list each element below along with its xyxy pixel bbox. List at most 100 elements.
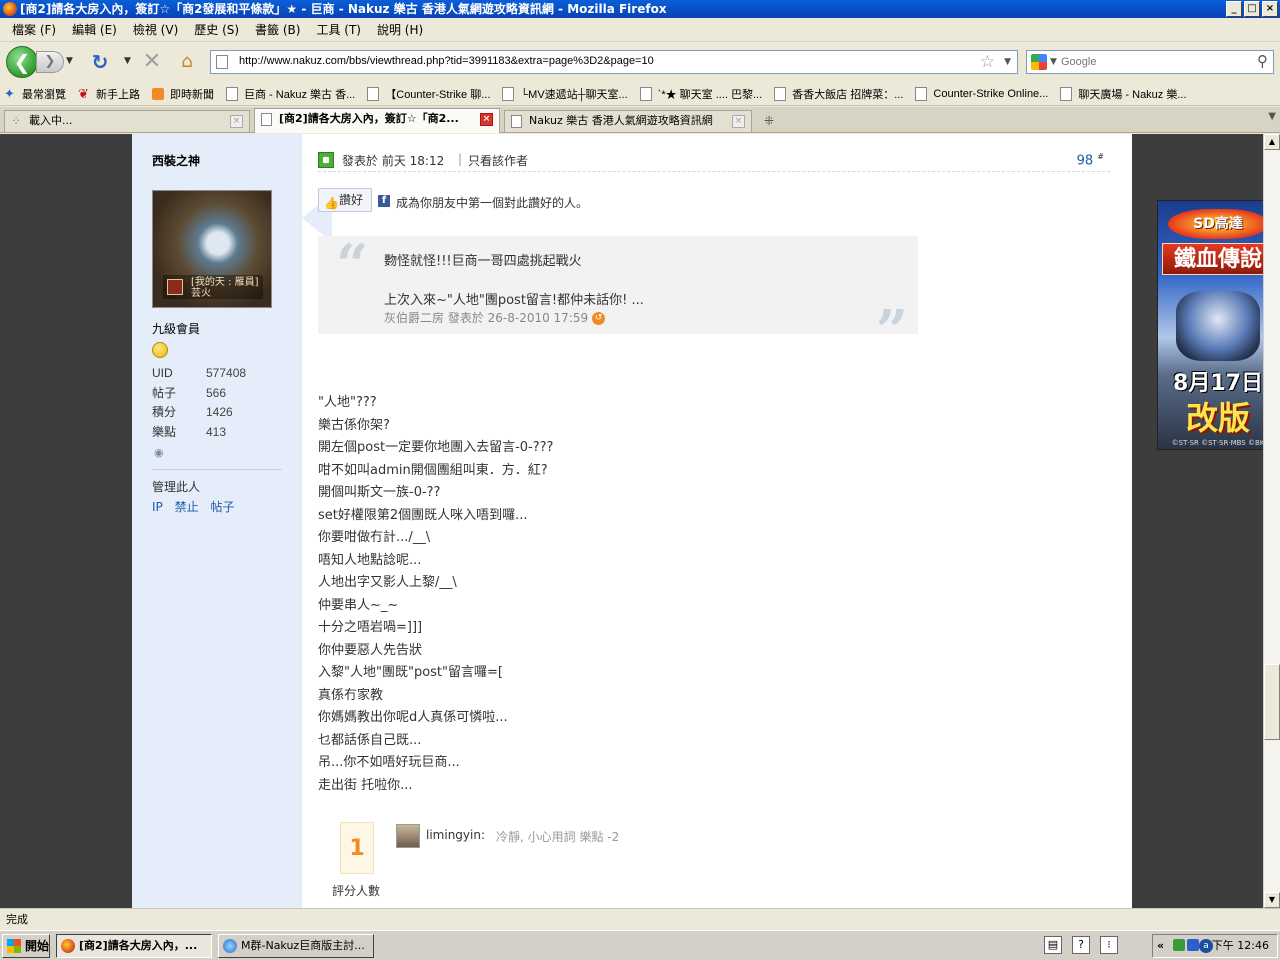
network-icon[interactable] (1173, 939, 1185, 951)
author-stats: UID 577408 帖子 566 積分 1426 樂點 413 (152, 364, 292, 442)
taskbar-item-ie[interactable]: M群-Nakuz巨商版主討... (218, 934, 374, 958)
reload-icon[interactable]: ↻ (90, 51, 110, 73)
messenger-icon[interactable] (1187, 939, 1199, 951)
menu-tools[interactable]: 工具 (T) (308, 21, 369, 38)
menu-help[interactable]: 說明 (H) (369, 21, 431, 38)
clock[interactable]: 下午 12:46 (1212, 935, 1269, 957)
post-line: 咁不如叫admin開個團組叫東．方．紅? (318, 462, 548, 478)
advertisement-banner[interactable]: SD高達 鐵血傳說 8月17日 改版 ©ST·SR ©ST·SR·MBS ©BK (1157, 200, 1263, 450)
tab-nakuz-home[interactable]: Nakuz 樂古 香港人氣網遊攻略資訊網 × (504, 110, 752, 132)
url-bar[interactable]: http://www.nakuz.com/bbs/viewthread.php?… (210, 50, 1018, 74)
bookmark-item[interactable]: 【Counter-Strike 聊... (367, 86, 490, 102)
show-hidden-icons[interactable]: « (1157, 935, 1164, 957)
windows-logo-icon (7, 939, 21, 953)
internet-explorer-icon (223, 939, 237, 953)
bookmark-item[interactable]: └MV速遞站┼聊天室... (502, 86, 628, 102)
bookmark-star-icon[interactable]: ☆ (980, 52, 995, 72)
bookmark-item[interactable]: 聊天廣場 - Nakuz 樂... (1060, 86, 1187, 102)
start-button[interactable]: 開始 (2, 934, 50, 958)
help-icon[interactable]: ? (1072, 936, 1090, 954)
bookmark-item[interactable]: 香香大飯店 招牌菜：... (774, 86, 903, 102)
scroll-up-icon[interactable]: ▲ (1264, 134, 1280, 150)
rater-avatar[interactable] (396, 824, 420, 848)
tab-current-thread[interactable]: [商2]請各大房入內，簽訂☆「商2... × (254, 108, 500, 133)
facebook-icon: f (378, 195, 390, 207)
bookmark-item[interactable]: 巨商 - Nakuz 樂古 香... (226, 86, 355, 102)
vertical-scrollbar[interactable]: ▲ ▼ (1263, 134, 1280, 908)
ime-options-icon[interactable]: ⁝ (1100, 936, 1118, 954)
post-line: 人地出字又影人上黎/__\ (318, 575, 457, 590)
bookmark-news[interactable]: 即時新聞 (152, 86, 214, 102)
minimize-button[interactable]: _ (1226, 1, 1242, 17)
scroll-thumb[interactable] (1264, 664, 1280, 740)
post-line: 走出街 托啦你... (318, 777, 413, 793)
like-button[interactable]: 👍 讚好 (318, 188, 372, 212)
new-tab-icon[interactable]: ⁜ (758, 111, 780, 131)
rating-count[interactable]: 1 (340, 822, 374, 874)
post-date: 發表於 前天 18:12 (342, 154, 445, 168)
tab-loading[interactable]: ⁘ 載入中... × (4, 110, 250, 132)
stat-row: UID 577408 (152, 366, 247, 380)
manage-ban-link[interactable]: 禁止 (175, 500, 199, 514)
manage-ip-link[interactable]: IP (152, 500, 163, 514)
navigation-toolbar: ❮ ❯ ▼ ↻ ▼ ✕ ⌂ http://www.nakuz.com/bbs/v… (0, 42, 1280, 82)
window-title: [商2]請各大房入內，簽訂☆「商2發展和平條款」★ - 巨商 - Nakuz 樂… (20, 2, 667, 16)
view-author-only-link[interactable]: 只看該作者 (468, 152, 528, 169)
post-line: 入黎"人地"團既"post"留言囉=[ (318, 665, 503, 680)
close-tab-icon[interactable]: × (480, 113, 493, 126)
menu-view[interactable]: 檢視 (V) (125, 21, 186, 38)
firefox-icon (3, 2, 17, 16)
close-tab-icon[interactable]: × (732, 115, 745, 128)
forward-button[interactable]: ❯ (36, 51, 64, 73)
bookmark-getting-started[interactable]: ❦ 新手上路 (78, 86, 140, 102)
input-method-icon[interactable]: ▤ (1044, 936, 1062, 954)
jump-to-quote-icon[interactable]: ↺ (592, 312, 606, 325)
divider (152, 469, 282, 470)
scroll-down-icon[interactable]: ▼ (1264, 892, 1280, 908)
bookmark-most-visited[interactable]: ✦ 最常瀏覽 (4, 86, 66, 102)
post-line: 唔知人地點諗呢... (318, 552, 422, 568)
list-all-tabs-icon[interactable]: ▼ (1268, 111, 1276, 122)
post-body: "人地"??? 樂古係你架? 開左個post一定要你地團入去留言-0-??? 咁… (318, 392, 918, 797)
search-bar[interactable]: ▼ ⚲ (1026, 50, 1274, 74)
menu-history[interactable]: 歷史 (S) (186, 21, 247, 38)
taskbar-item-firefox[interactable]: [商2]請各大房入內，... (56, 934, 212, 958)
url-dropdown-icon[interactable]: ▼ (1004, 57, 1011, 67)
maximize-button[interactable]: □ (1244, 1, 1260, 17)
stat-row: 樂點 413 (152, 424, 227, 439)
bookmark-item[interactable]: Counter-Strike Online... (915, 86, 1048, 101)
page-icon (915, 86, 928, 101)
forum-post: 西裝之神 [我的天 : 雁員] 芸火 九級會員 UID 577408 帖子 566 … (132, 134, 1263, 908)
ad-copyright: ©ST·SR ©ST·SR·MBS ©BK (1171, 439, 1263, 447)
quick-tray-icons: ▤ ? ⁝ (1044, 936, 1118, 954)
window-title-bar: [商2]請各大房入內，簽訂☆「商2發展和平條款」★ - 巨商 - Nakuz 樂… (0, 0, 1280, 18)
menu-edit[interactable]: 編輯 (E) (64, 21, 125, 38)
page-icon (367, 86, 380, 101)
search-input[interactable] (1061, 54, 1241, 70)
stop-icon[interactable]: ✕ (142, 51, 162, 73)
post-line: 樂古係你架? (318, 417, 390, 433)
tab-bar: ⁘ 載入中... × [商2]請各大房入內，簽訂☆「商2... × Nakuz … (0, 107, 1280, 133)
menu-file[interactable]: 檔案 (F) (4, 21, 64, 38)
back-button[interactable]: ❮ (6, 46, 38, 78)
reload-dropdown-icon[interactable]: ▼ (124, 56, 131, 66)
google-icon[interactable] (1031, 54, 1047, 70)
manage-posts-link[interactable]: 帖子 (210, 500, 234, 514)
history-dropdown-icon[interactable]: ▼ (66, 56, 73, 66)
url-text[interactable]: http://www.nakuz.com/bbs/viewthread.php?… (239, 55, 654, 67)
bookmark-item[interactable]: `*★ 聊天室 .... 巴黎... (639, 86, 762, 102)
search-engine-dropdown-icon[interactable]: ▼ (1050, 57, 1057, 67)
post-line: 吊...你不如唔好玩巨商... (318, 755, 460, 770)
author-name[interactable]: 西裝之神 (152, 152, 200, 169)
close-window-button[interactable]: × (1262, 1, 1278, 17)
windows-taskbar: 開始 [商2]請各大房入內，... M群-Nakuz巨商版主討... ▤ ? ⁝… (0, 930, 1280, 960)
ad-robot-image (1176, 291, 1260, 361)
floor-number[interactable]: 98 # (1077, 152, 1104, 168)
close-tab-icon[interactable]: × (230, 115, 243, 128)
rater-name[interactable]: limingyin: (426, 828, 485, 842)
page-icon (226, 86, 238, 101)
home-icon[interactable]: ⌂ (176, 51, 198, 73)
menu-bookmarks[interactable]: 書籤 (B) (247, 21, 308, 38)
avatar[interactable]: [我的天 : 雁員] 芸火 (152, 190, 272, 308)
search-icon[interactable]: ⚲ (1257, 52, 1268, 70)
